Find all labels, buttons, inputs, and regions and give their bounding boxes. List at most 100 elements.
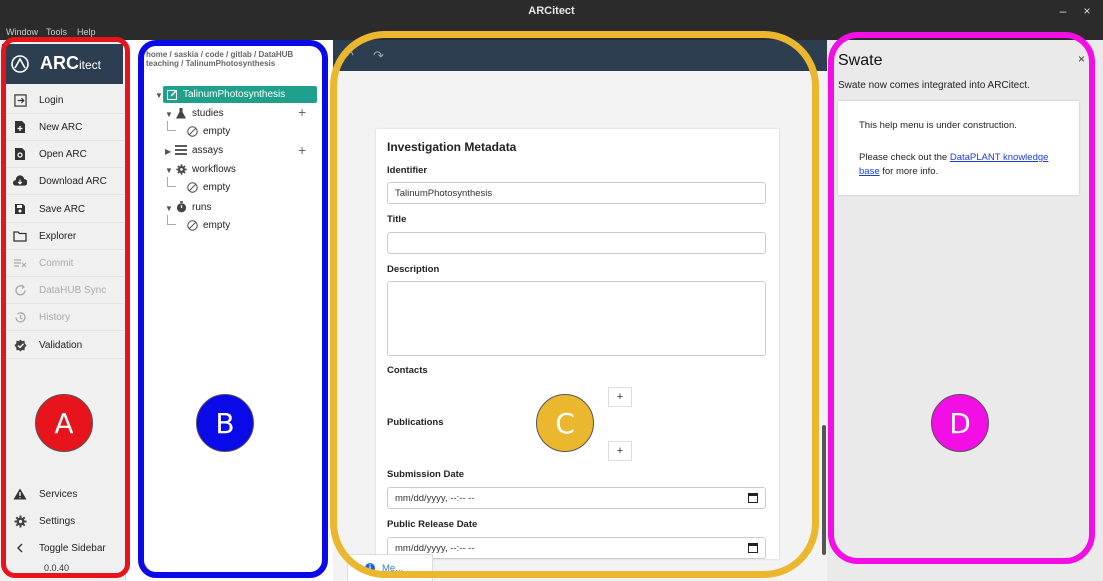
tree-node-empty: empty bbox=[186, 125, 230, 137]
contacts-label: Contacts bbox=[387, 365, 428, 376]
sync-icon bbox=[13, 283, 27, 297]
description-textarea[interactable] bbox=[387, 281, 766, 356]
sidebar-item-open-arc[interactable]: Open ARC bbox=[2, 141, 124, 168]
investigation-metadata-card: Investigation Metadata Identifier Talinu… bbox=[376, 129, 779, 559]
tree-node-empty: empty bbox=[186, 181, 230, 193]
sidebar-item-label: Toggle Sidebar bbox=[39, 542, 106, 554]
minimize-button[interactable]: – bbox=[1056, 4, 1070, 18]
tree-node-label: TalinumPhotosynthesis bbox=[183, 89, 286, 100]
sidebar-item-label: Validation bbox=[39, 339, 83, 351]
warning-icon bbox=[13, 487, 27, 501]
list-icon bbox=[175, 144, 187, 156]
help-card: This help menu is under construction. Pl… bbox=[838, 101, 1079, 195]
login-icon bbox=[13, 93, 27, 107]
sidebar-item-save-arc[interactable]: Save ARC bbox=[2, 196, 124, 223]
menu-help[interactable]: Help bbox=[77, 27, 96, 37]
tree-branch-line bbox=[167, 121, 176, 131]
empty-icon bbox=[186, 181, 198, 193]
annotation-badge-a: A bbox=[35, 394, 93, 452]
swate-panel: Swate × Swate now comes integrated into … bbox=[827, 40, 1103, 581]
sidebar-item-label: Download ARC bbox=[39, 175, 107, 187]
close-icon[interactable]: × bbox=[1078, 52, 1085, 66]
window-titlebar: ARCitect – × bbox=[0, 0, 1103, 24]
tree-node-assays[interactable]: assays bbox=[175, 144, 223, 156]
redo-icon[interactable]: ↷ bbox=[373, 48, 384, 64]
publications-label: Publications bbox=[387, 417, 444, 428]
app-version: 0.0.40 bbox=[44, 563, 70, 573]
public-release-date-input[interactable]: mm/dd/yyyy, --:-- -- bbox=[387, 537, 766, 559]
tree-node-workflows[interactable]: workflows bbox=[175, 163, 236, 175]
submission-date-input[interactable]: mm/dd/yyyy, --:-- -- bbox=[387, 487, 766, 509]
tree-node-label: runs bbox=[192, 201, 212, 213]
tree-node-label: empty bbox=[203, 219, 231, 231]
sidebar-item-toggle-sidebar[interactable]: Toggle Sidebar bbox=[2, 535, 124, 561]
description-label: Description bbox=[387, 264, 440, 275]
sidebar: ARCitect Login New ARC Open ARC Download… bbox=[0, 40, 126, 581]
add-study-button[interactable]: + bbox=[298, 104, 306, 120]
menu-tools[interactable]: Tools bbox=[46, 27, 67, 37]
sidebar-item-settings[interactable]: Settings bbox=[2, 508, 124, 534]
sidebar-item-login[interactable]: Login bbox=[2, 87, 124, 114]
calendar-icon[interactable] bbox=[748, 493, 758, 503]
metadata-tab[interactable]: i Me... bbox=[347, 554, 433, 581]
sidebar-item-history[interactable]: History bbox=[2, 304, 124, 331]
tree-node-label: workflows bbox=[192, 163, 236, 175]
breadcrumb-line: home / saskia / code / gitlab / DataHUB bbox=[146, 50, 294, 59]
gear-icon bbox=[13, 514, 27, 528]
sidebar-item-label: Explorer bbox=[39, 230, 77, 242]
public-release-date-label: Public Release Date bbox=[387, 519, 478, 530]
arcitect-logo-icon bbox=[11, 55, 29, 73]
tree-node-root[interactable]: TalinumPhotosynthesis bbox=[163, 86, 318, 103]
history-icon bbox=[13, 310, 27, 324]
menu-window[interactable]: Window bbox=[6, 27, 38, 37]
tree-node-label: empty bbox=[203, 181, 231, 193]
sidebar-item-new-arc[interactable]: New ARC bbox=[2, 114, 124, 141]
annotation-badge-d: D bbox=[931, 394, 989, 452]
add-assay-button[interactable]: + bbox=[298, 142, 306, 158]
calendar-icon[interactable] bbox=[748, 543, 758, 553]
title-input[interactable] bbox=[387, 232, 766, 254]
submission-date-label: Submission Date bbox=[387, 469, 465, 480]
sidebar-item-label: New ARC bbox=[39, 121, 83, 133]
expand-caret-icon[interactable]: ▼ bbox=[165, 166, 173, 175]
sidebar-item-label: Settings bbox=[39, 515, 76, 527]
expand-caret-icon[interactable]: ▼ bbox=[155, 91, 163, 100]
undo-icon[interactable]: ↶ bbox=[343, 48, 354, 64]
add-publication-button[interactable]: + bbox=[608, 441, 632, 461]
window-title: ARCitect bbox=[528, 5, 575, 17]
identifier-input[interactable]: TalinumPhotosynthesis bbox=[387, 182, 766, 204]
sidebar-item-commit[interactable]: Commit bbox=[2, 250, 124, 277]
tree-node-studies[interactable]: studies bbox=[175, 107, 224, 119]
collapse-caret-icon[interactable]: ▶ bbox=[165, 147, 171, 156]
main-panel: ↶ ↷ Investigation Metadata Identifier Ta… bbox=[333, 40, 827, 581]
gear-icon bbox=[175, 163, 187, 175]
sidebar-item-services[interactable]: Services bbox=[2, 481, 124, 507]
app-logo: ARCitect bbox=[2, 44, 123, 84]
help-text: This help menu is under construction. bbox=[859, 120, 1017, 131]
swate-subtitle: Swate now comes integrated into ARCitect… bbox=[838, 80, 1030, 91]
expand-caret-icon[interactable]: ▼ bbox=[165, 110, 173, 119]
annotation-badge-c: C bbox=[536, 394, 594, 452]
edit-icon bbox=[166, 89, 178, 101]
tree-node-empty: empty bbox=[186, 219, 230, 231]
main-scrollbar[interactable] bbox=[822, 425, 826, 555]
sidebar-item-label: Services bbox=[39, 488, 78, 500]
sidebar-item-label: Save ARC bbox=[39, 203, 86, 215]
tab-label: Me... bbox=[382, 562, 404, 574]
form-heading: Investigation Metadata bbox=[387, 140, 517, 154]
close-window-button[interactable]: × bbox=[1080, 4, 1094, 18]
sidebar-item-datahub-sync[interactable]: DataHUB Sync bbox=[2, 277, 124, 304]
expand-caret-icon[interactable]: ▼ bbox=[165, 204, 173, 213]
identifier-label: Identifier bbox=[387, 165, 428, 176]
add-contact-button[interactable]: + bbox=[608, 387, 632, 407]
sidebar-item-download-arc[interactable]: Download ARC bbox=[2, 168, 124, 195]
sidebar-item-label: Commit bbox=[39, 257, 74, 269]
annotation-badge-b: B bbox=[196, 394, 254, 452]
commit-icon bbox=[13, 256, 27, 270]
swate-title: Swate bbox=[838, 52, 883, 69]
tree-node-runs[interactable]: runs bbox=[175, 201, 211, 213]
breadcrumb: home / saskia / code / gitlab / DataHUB … bbox=[146, 50, 316, 68]
sidebar-item-explorer[interactable]: Explorer bbox=[2, 223, 124, 250]
folder-icon bbox=[13, 229, 27, 243]
sidebar-item-validation[interactable]: Validation bbox=[2, 332, 124, 359]
